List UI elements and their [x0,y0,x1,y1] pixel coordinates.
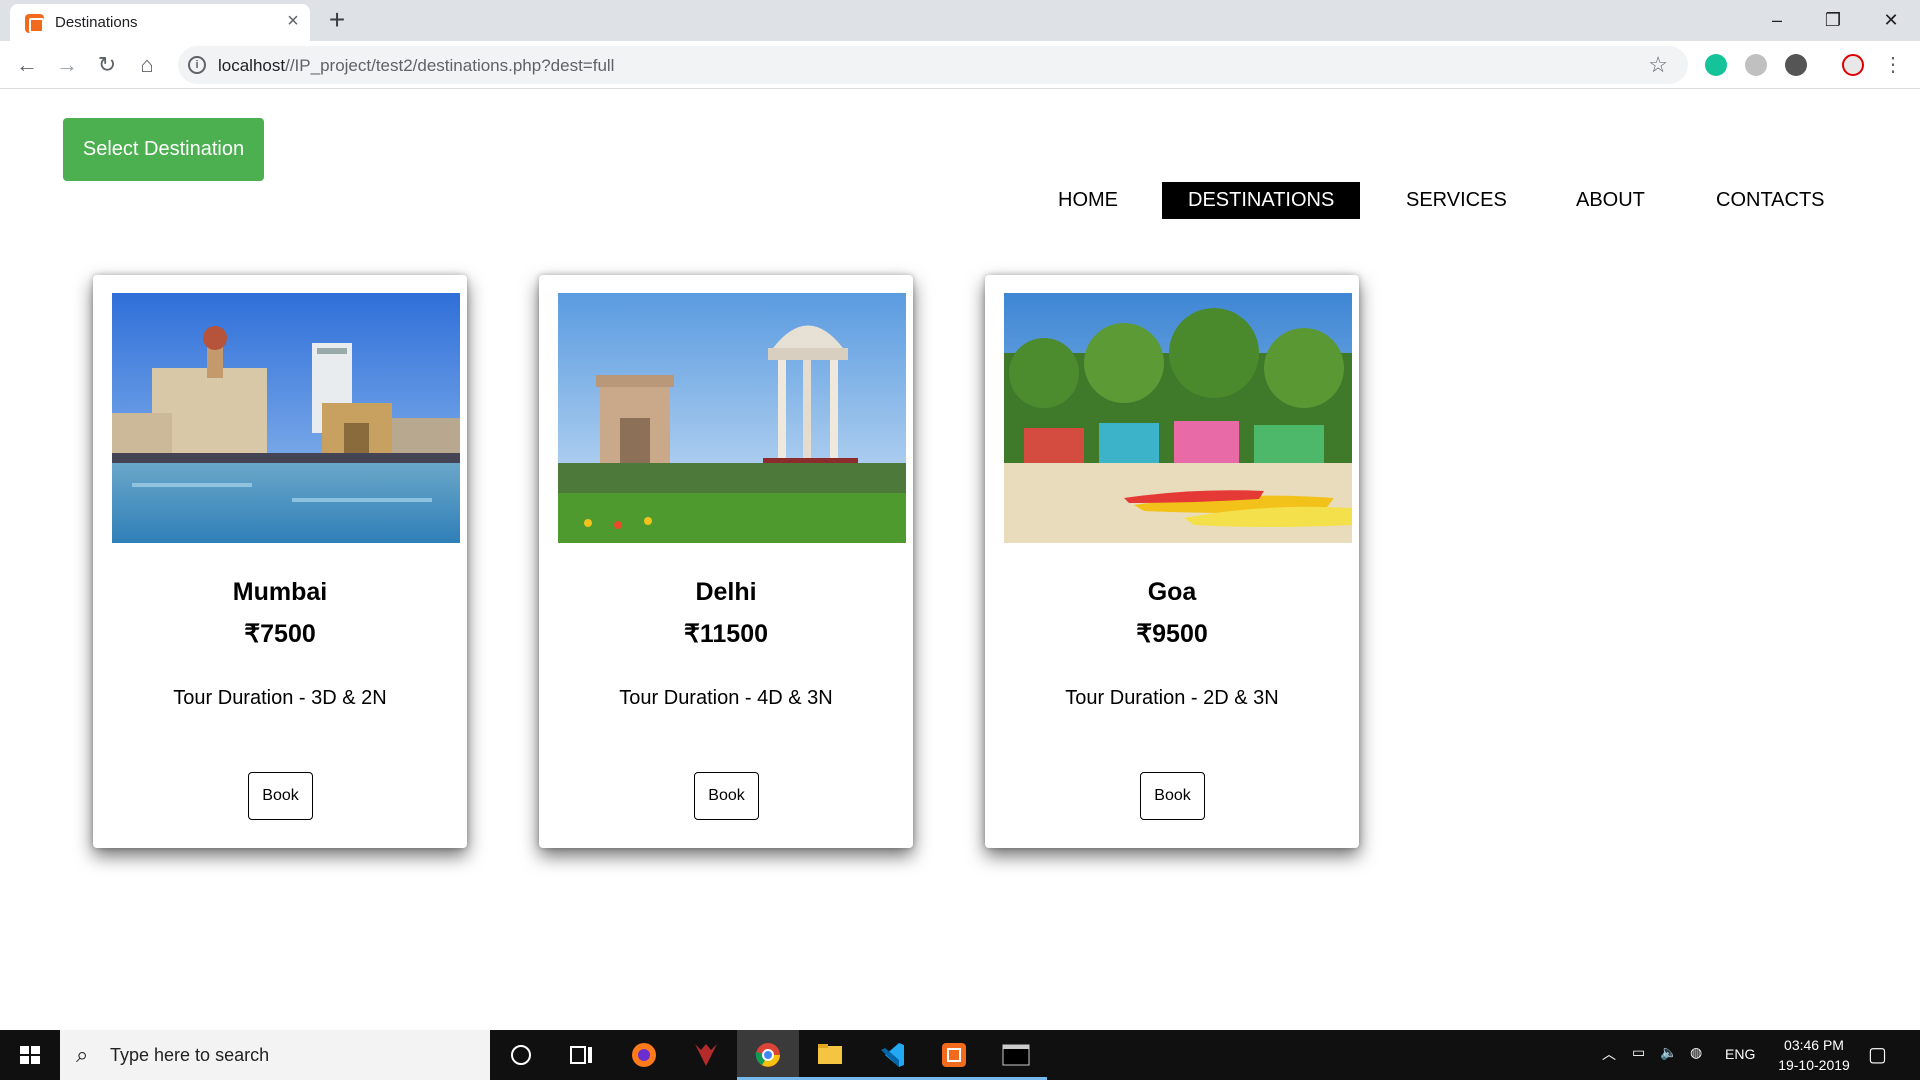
clock-date: 19-10-2019 [1778,1057,1850,1073]
game-app-icon[interactable] [675,1030,737,1080]
windows-taskbar: ⌕ Type here to search ︿ ▭ 🔈 ◍ ENG 03:46 … [0,1030,1920,1080]
xampp-taskbar-icon[interactable] [923,1030,985,1080]
card-duration: Tour Duration - 4D & 3N [619,687,833,709]
india-gate-photo [558,293,906,543]
chrome-taskbar-icon[interactable] [737,1030,799,1080]
url-text[interactable]: localhost//IP_project/test2/destinations… [218,56,614,76]
bookmark-star-icon[interactable]: ☆ [1648,52,1668,78]
action-center-icon[interactable]: ▢ [1868,1042,1887,1080]
xampp-favicon-icon [25,14,44,33]
terminal-icon[interactable] [985,1030,1047,1080]
nav-home[interactable]: HOME [1032,182,1144,219]
mumbai-gateway-photo [112,293,460,543]
select-destination-button[interactable]: Select Destination [63,118,264,181]
cortana-icon[interactable] [490,1030,552,1080]
search-icon: ⌕ [76,1042,89,1067]
firefox-icon[interactable] [613,1030,675,1080]
browser-tab[interactable]: Destinations × [10,4,310,41]
close-window-icon[interactable]: ✕ [1868,4,1914,36]
card-name: Mumbai [232,578,328,606]
extension-circle-icon[interactable] [1785,54,1807,76]
tab-title: Destinations [55,14,138,31]
card-price: ₹9500 [1136,620,1208,648]
taskbar-clock[interactable]: 03:46 PM 19-10-2019 [1764,1035,1864,1075]
show-hidden-icons-icon[interactable]: ︿ [1602,1044,1616,1080]
card-price: ₹11500 [683,620,769,648]
address-bar[interactable]: i localhost//IP_project/test2/destinatio… [178,46,1688,84]
extension-icon[interactable] [1745,54,1767,76]
new-tab-icon[interactable]: + [323,6,351,35]
task-view-icon[interactable] [550,1030,612,1080]
language-indicator[interactable]: ENG [1725,1046,1755,1080]
card-duration: Tour Duration - 3D & 2N [173,687,387,709]
clock-time: 03:46 PM [1784,1037,1844,1053]
taskbar-search-input[interactable]: ⌕ Type here to search [60,1030,490,1080]
card-name: Delhi [695,578,757,606]
goa-beach-photo [1004,293,1352,543]
card-price: ₹7500 [244,620,316,648]
book-button[interactable]: Book [248,772,313,820]
browser-toolbar: ← → ↻ ⌂ i localhost//IP_project/test2/de… [0,41,1920,89]
url-host: localhost [218,56,286,75]
volume-icon[interactable]: 🔈 [1660,1044,1677,1080]
windows-start-icon[interactable] [0,1030,60,1080]
nav-contacts[interactable]: CONTACTS [1690,182,1851,219]
reload-icon[interactable]: ↻ [92,50,122,80]
close-tab-icon[interactable]: × [282,11,304,33]
restore-icon[interactable]: ❐ [1810,4,1856,36]
file-explorer-icon[interactable] [799,1030,861,1080]
card-duration: Tour Duration - 2D & 3N [1065,687,1279,709]
network-globe-icon[interactable]: ◍ [1690,1044,1702,1080]
nav-about[interactable]: ABOUT [1550,182,1671,219]
nav-services[interactable]: SERVICES [1380,182,1533,219]
book-button[interactable]: Book [694,772,759,820]
info-icon[interactable]: i [188,56,206,74]
nav-destinations[interactable]: DESTINATIONS [1162,182,1361,219]
card-name: Goa [1147,578,1197,606]
profile-avatar-icon[interactable] [1842,54,1864,76]
vscode-icon[interactable] [861,1030,923,1080]
destination-card-goa: Goa ₹9500 Tour Duration - 2D & 3N Book [985,275,1359,848]
battery-icon[interactable]: ▭ [1632,1044,1645,1080]
minimize-icon[interactable]: – [1754,4,1800,36]
grammarly-extension-icon[interactable] [1705,54,1727,76]
back-icon[interactable]: ← [12,50,42,80]
destination-card-mumbai: Mumbai ₹7500 Tour Duration - 3D & 2N Boo… [93,275,467,848]
home-icon[interactable]: ⌂ [132,50,162,80]
search-placeholder: Type here to search [110,1045,270,1065]
menu-kebab-icon[interactable]: ⋮ [1878,50,1908,80]
forward-icon[interactable]: → [52,50,82,80]
url-path: //IP_project/test2/destinations.php?dest… [285,56,615,75]
book-button[interactable]: Book [1140,772,1205,820]
browser-tabstrip: Destinations × + – ❐ ✕ [0,0,1920,41]
destination-card-delhi: Delhi ₹11500 Tour Duration - 4D & 3N Boo… [539,275,913,848]
